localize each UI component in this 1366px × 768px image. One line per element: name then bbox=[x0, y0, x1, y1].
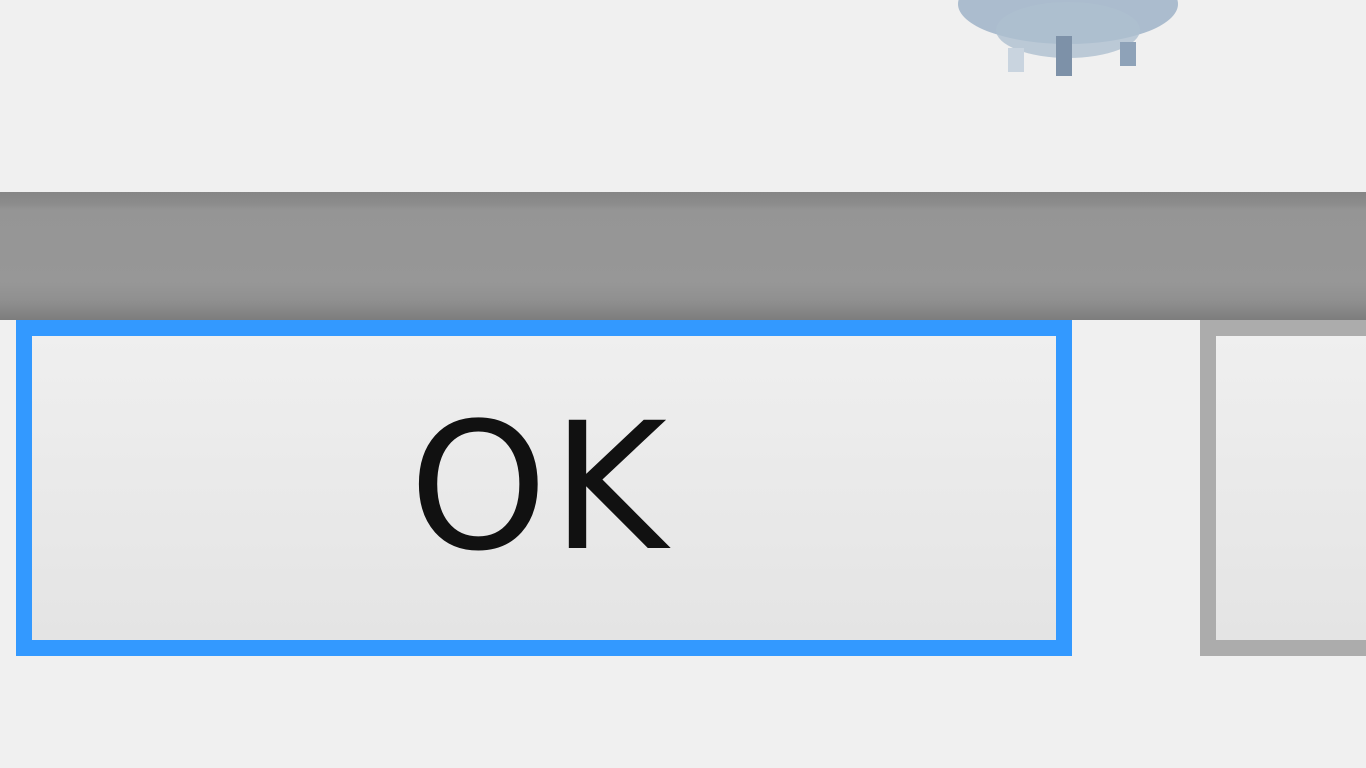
separator-bar bbox=[0, 192, 1366, 320]
ok-button[interactable]: OK bbox=[16, 320, 1072, 656]
ok-button-label: OK bbox=[409, 385, 671, 590]
info-icon bbox=[956, 0, 1196, 80]
dialog-window: OK bbox=[0, 0, 1366, 768]
dialog-message-text bbox=[0, 0, 540, 68]
cancel-button[interactable] bbox=[1200, 320, 1366, 656]
